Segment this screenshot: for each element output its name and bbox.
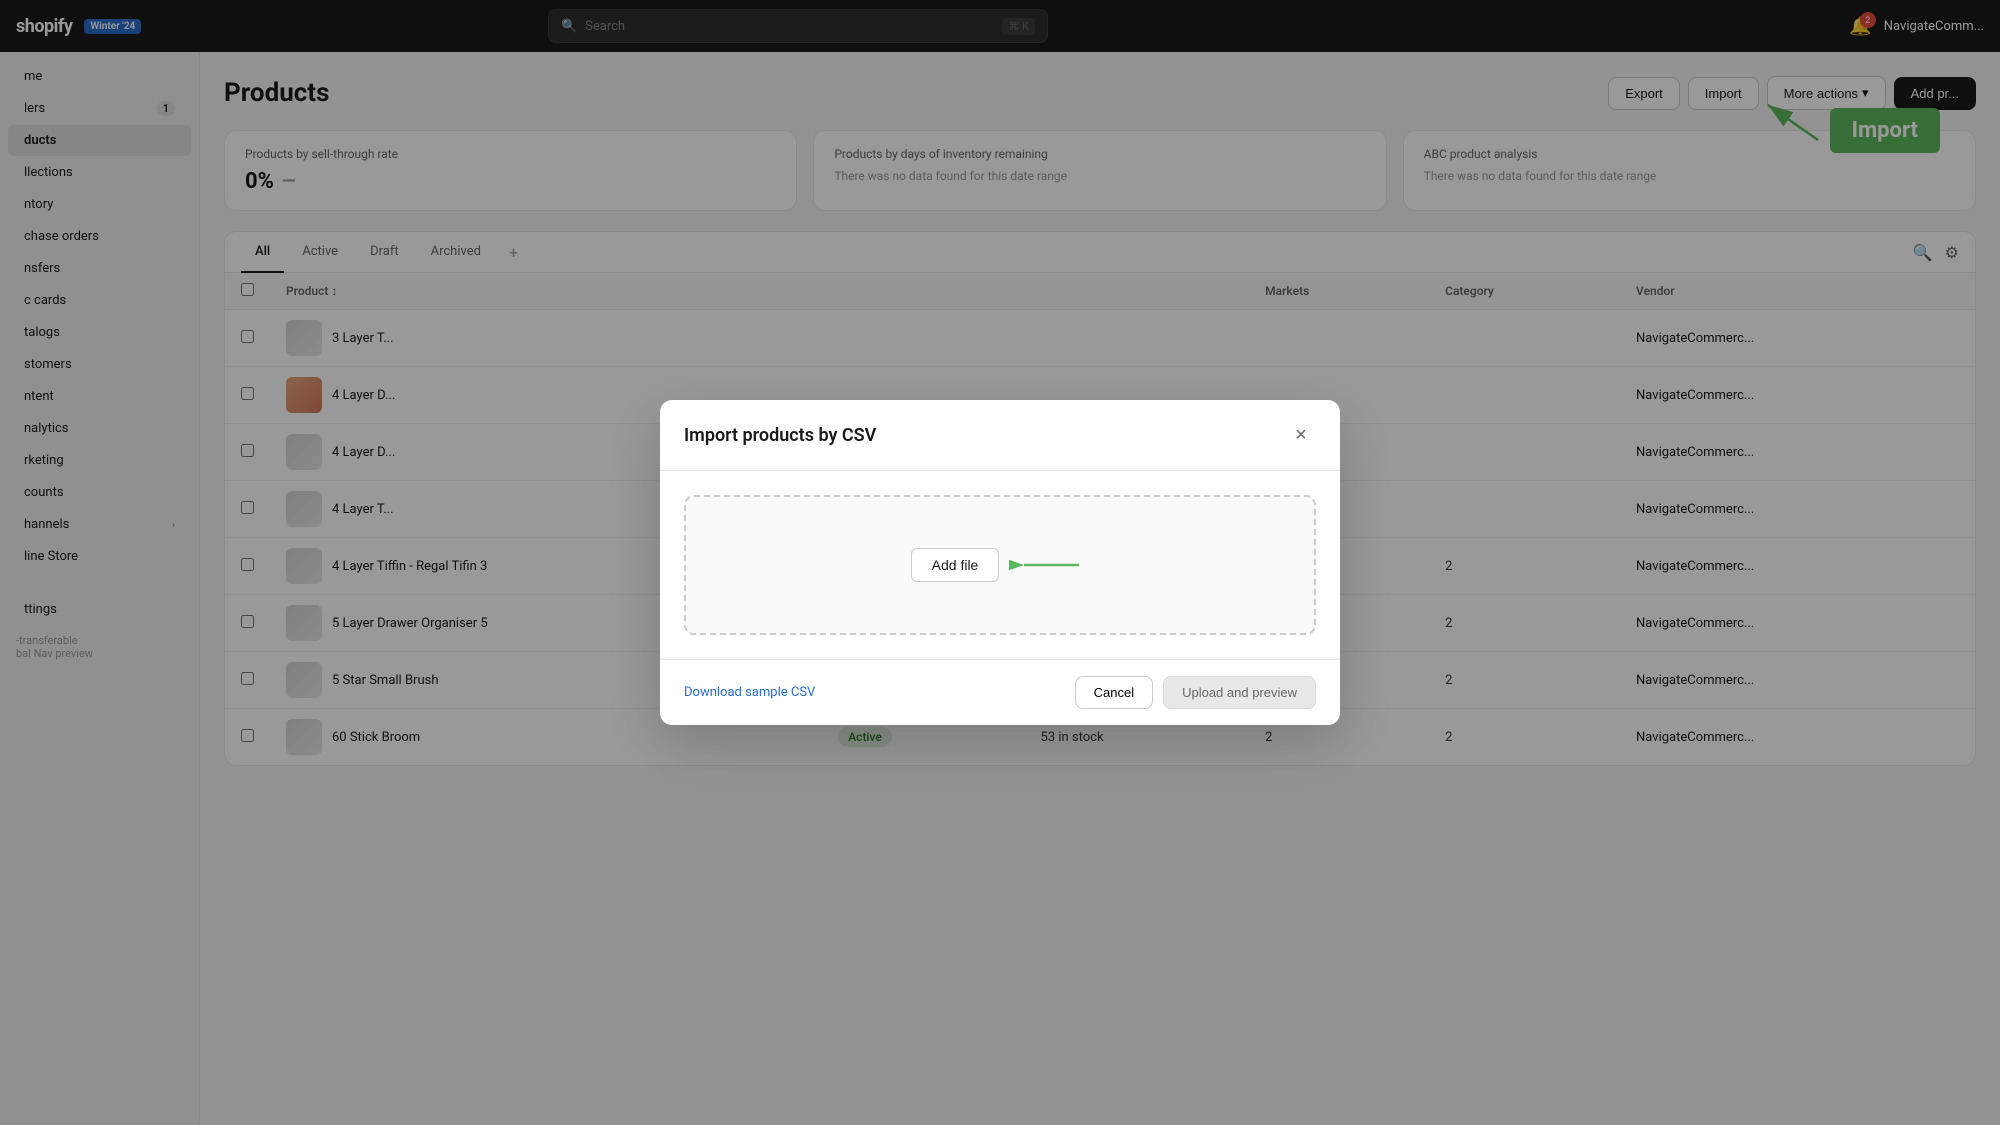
modal-body: Add file <box>660 471 1340 659</box>
modal-overlay[interactable]: Import products by CSV × Add file Downlo… <box>0 0 2000 1125</box>
modal-close-button[interactable]: × <box>1286 420 1316 450</box>
modal-header: Import products by CSV × <box>660 400 1340 471</box>
download-sample-link[interactable]: Download sample CSV <box>684 685 815 700</box>
import-modal: Import products by CSV × Add file Downlo… <box>660 400 1340 725</box>
modal-footer: Download sample CSV Cancel Upload and pr… <box>660 659 1340 725</box>
add-file-button[interactable]: Add file <box>911 548 1000 582</box>
upload-preview-button[interactable]: Upload and preview <box>1163 676 1316 709</box>
add-file-arrow-annotation <box>1009 550 1089 580</box>
file-drop-zone[interactable]: Add file <box>684 495 1316 635</box>
modal-title: Import products by CSV <box>684 425 876 446</box>
cancel-button[interactable]: Cancel <box>1075 676 1153 709</box>
modal-actions: Cancel Upload and preview <box>1075 676 1316 709</box>
